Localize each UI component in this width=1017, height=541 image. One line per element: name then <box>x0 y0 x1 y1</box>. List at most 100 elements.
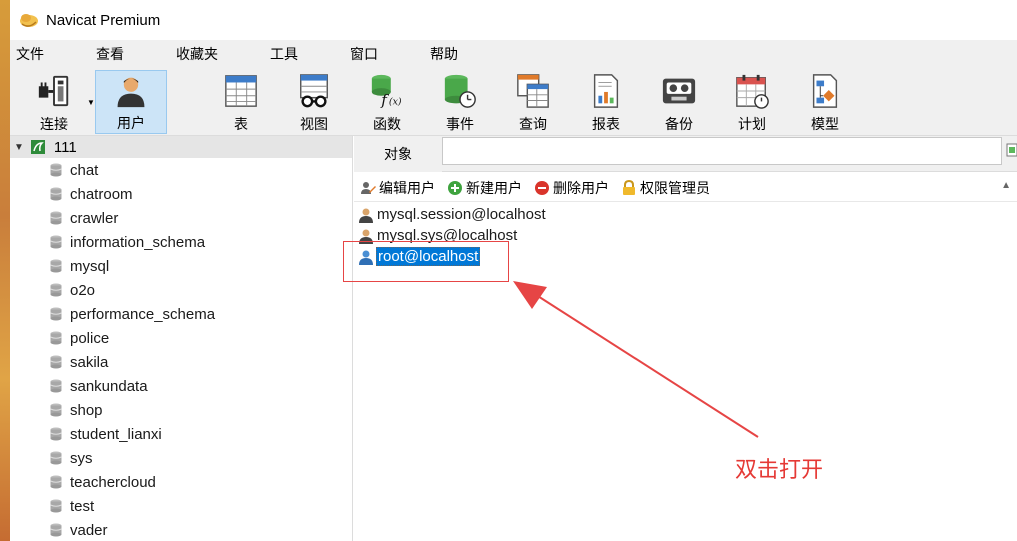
database-icon <box>50 235 62 249</box>
tree-item-database[interactable]: student_lianxi <box>10 422 352 446</box>
database-icon <box>50 427 62 441</box>
menu-bar: 文件 查看 收藏夹 工具 窗口 帮助 <box>10 40 1017 68</box>
report-button[interactable]: 报表 <box>570 70 642 134</box>
database-label: teachercloud <box>70 473 156 491</box>
edit-user-button[interactable]: 编辑用户 <box>360 178 435 198</box>
tree-item-database[interactable]: o2o <box>10 278 352 302</box>
plug-icon <box>38 75 69 107</box>
query-button[interactable]: 查询 <box>497 70 569 134</box>
new-user-button[interactable]: 新建用户 <box>447 178 522 198</box>
function-button[interactable]: f (x) 函数 <box>351 70 423 134</box>
table-label: 表 <box>234 116 248 132</box>
tree-item-database[interactable]: sakila <box>10 350 352 374</box>
event-icon <box>444 74 476 108</box>
delete-user-button[interactable]: 删除用户 <box>534 178 609 198</box>
database-icon <box>50 499 62 513</box>
tree-item-database[interactable]: police <box>10 326 352 350</box>
database-icon <box>50 283 62 297</box>
database-label: chatroom <box>70 185 133 203</box>
menu-file[interactable]: 文件 <box>10 44 50 64</box>
connection-tree: ▼ 111 chat chatroom crawler information_sch… <box>10 136 353 541</box>
tree-item-database[interactable]: sankundata <box>10 374 352 398</box>
menu-tools[interactable]: 工具 <box>264 44 304 64</box>
delete-user-label: 删除用户 <box>553 179 609 196</box>
backup-button[interactable]: 备份 <box>643 70 715 134</box>
schedule-button[interactable]: 计划 <box>716 70 788 134</box>
database-label: vader <box>70 521 108 539</box>
menu-help[interactable]: 帮助 <box>424 44 464 64</box>
database-label: chat <box>70 161 99 179</box>
edit-user-label: 编辑用户 <box>379 179 435 196</box>
tab-objects[interactable]: 对象 <box>354 136 442 172</box>
tree-item-database[interactable]: shop <box>10 398 352 422</box>
title-bar: Navicat Premium <box>10 0 1017 40</box>
user-list-item[interactable]: root@localhost <box>354 246 1017 267</box>
database-label: o2o <box>70 281 96 299</box>
user-account-icon <box>359 250 373 265</box>
menu-window[interactable]: 窗口 <box>344 44 384 64</box>
user-list-item[interactable]: mysql.session@localhost <box>354 204 1017 225</box>
object-filter-input[interactable] <box>442 137 1002 165</box>
database-label: student_lianxi <box>70 425 162 443</box>
function-label: 函数 <box>373 116 401 132</box>
tree-item-database[interactable]: mysql <box>10 254 352 278</box>
database-icon <box>50 211 62 225</box>
view-button[interactable]: 视图 <box>278 70 350 134</box>
tree-item-database[interactable]: test <box>10 494 352 518</box>
tree-item-database[interactable]: chatroom <box>10 182 352 206</box>
tree-item-database[interactable]: sys <box>10 446 352 470</box>
tree-item-database[interactable]: vader <box>10 518 352 541</box>
connection-dropdown-icon[interactable]: ▼ <box>87 98 95 107</box>
database-label: sakila <box>70 353 109 371</box>
event-button[interactable]: 事件 <box>424 70 496 134</box>
tree-item-database[interactable]: chat <box>10 158 352 182</box>
navicat-window: Navicat Premium 文件 查看 收藏夹 工具 窗口 帮助 连接 ▼ <box>10 0 1017 541</box>
calendar-icon <box>736 74 769 109</box>
tree-item-database[interactable]: performance_schema <box>10 302 352 326</box>
event-label: 事件 <box>446 116 474 132</box>
database-icon <box>50 379 62 393</box>
tree-item-database[interactable]: information_schema <box>10 230 352 254</box>
function-icon: f (x) <box>371 74 402 109</box>
user-account-icon <box>359 229 373 244</box>
edit-user-icon <box>361 181 376 194</box>
database-label: information_schema <box>70 233 206 251</box>
backup-label: 备份 <box>665 116 693 132</box>
table-button[interactable]: 表 <box>205 70 277 134</box>
connection-button[interactable]: 连接 <box>18 70 90 134</box>
user-list-item[interactable]: mysql.sys@localhost <box>354 225 1017 246</box>
database-label: sankundata <box>70 377 148 395</box>
user-account-label: root@localhost <box>376 247 481 266</box>
database-icon <box>50 187 62 201</box>
new-user-label: 新建用户 <box>466 179 522 196</box>
privilege-manager-button[interactable]: 权限管理员 <box>621 178 710 198</box>
expand-caret-icon[interactable]: ▼ <box>14 142 24 153</box>
tree-root-connection[interactable]: ▼ 111 <box>10 136 352 158</box>
panel-side-icon[interactable] <box>1006 142 1017 158</box>
user-label: 用户 <box>117 115 145 131</box>
user-action-bar: 编辑用户 新建用户 删除用户 权限管理员 ▲ <box>354 174 1017 202</box>
user-button[interactable]: 用户 <box>95 70 167 134</box>
tree-item-database[interactable]: crawler <box>10 206 352 230</box>
table-icon <box>225 75 257 107</box>
model-button[interactable]: 模型 <box>789 70 861 134</box>
window-title: Navicat Premium <box>46 11 161 29</box>
tree-item-database[interactable]: teachercloud <box>10 470 352 494</box>
new-user-icon <box>448 180 462 195</box>
database-icon <box>50 331 62 345</box>
database-icon <box>50 475 62 489</box>
view-label: 视图 <box>300 116 328 132</box>
database-label: shop <box>70 401 103 419</box>
object-panel: 对象 编辑用户 新建用户 删除用户 权限管理员 ▲ mysql.session@… <box>354 136 1017 541</box>
database-label: mysql <box>70 257 110 275</box>
database-icon <box>50 355 62 369</box>
scroll-up-icon[interactable]: ▲ <box>1001 180 1011 191</box>
connection-label: 连接 <box>40 116 68 132</box>
view-icon <box>300 74 328 108</box>
model-label: 模型 <box>811 116 839 132</box>
user-account-label: mysql.sys@localhost <box>377 227 518 244</box>
menu-view[interactable]: 查看 <box>90 44 130 64</box>
desktop-background <box>0 0 10 541</box>
menu-favorites[interactable]: 收藏夹 <box>170 44 224 64</box>
database-icon <box>50 307 62 321</box>
